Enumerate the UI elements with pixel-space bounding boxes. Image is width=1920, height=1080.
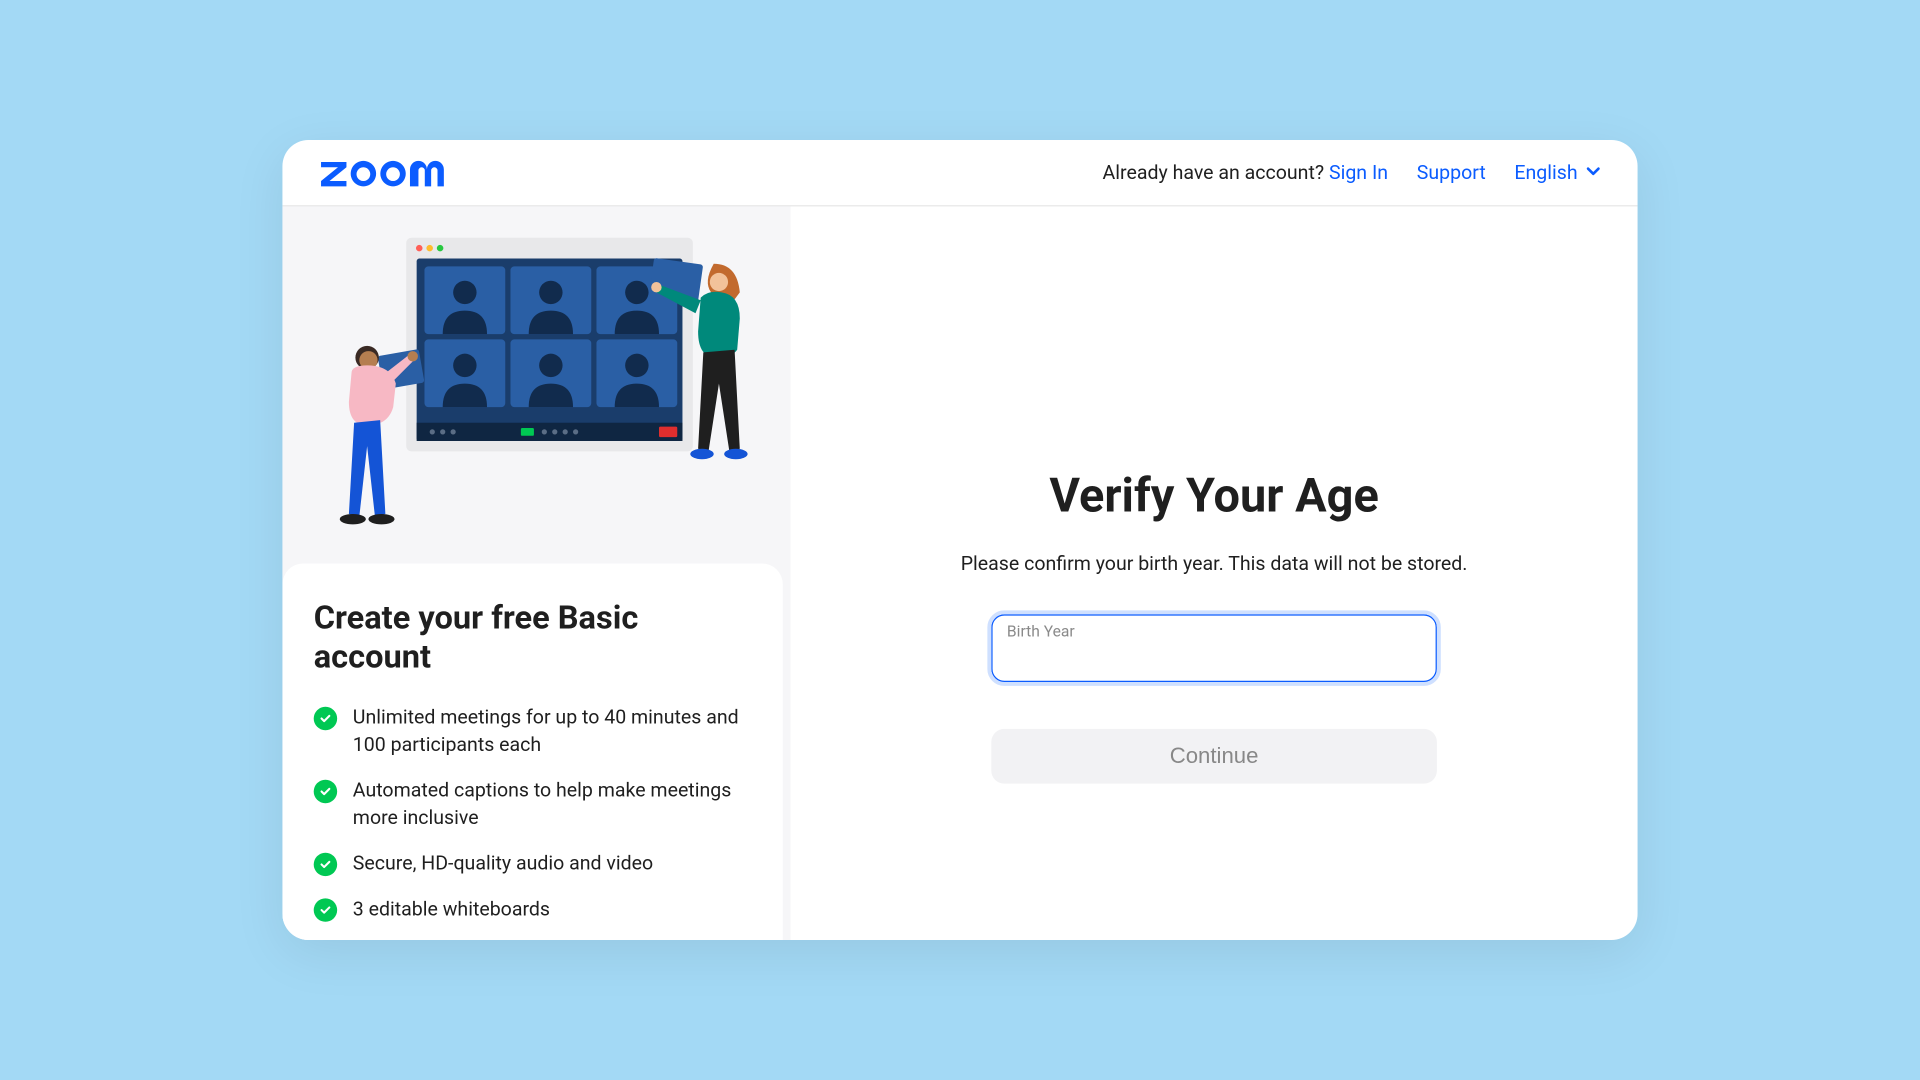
check-icon xyxy=(314,898,337,921)
signin-link[interactable]: Sign In xyxy=(1329,161,1388,184)
already-text: Already have an account? xyxy=(1103,161,1325,184)
continue-button[interactable]: Continue xyxy=(991,728,1437,783)
support-link[interactable]: Support xyxy=(1417,161,1486,184)
language-selector[interactable]: English xyxy=(1514,161,1601,184)
content: Create your free Basic account Unlimited… xyxy=(282,206,1637,940)
check-icon xyxy=(314,707,337,730)
info-title: Create your free Basic account xyxy=(314,600,752,678)
feature-item: Automated captions to help make meetings… xyxy=(314,777,752,832)
header-right: Already have an account? Sign In Support… xyxy=(1103,161,1602,184)
check-icon xyxy=(314,853,337,876)
feature-text: 3 editable whiteboards xyxy=(353,896,550,923)
header: Already have an account? Sign In Support… xyxy=(282,140,1637,206)
chevron-down-icon xyxy=(1585,161,1601,184)
meeting-illustration xyxy=(282,206,790,555)
signup-window: Already have an account? Sign In Support… xyxy=(282,140,1637,940)
verify-title: Verify Your Age xyxy=(1049,468,1378,523)
info-card: Create your free Basic account Unlimited… xyxy=(282,563,782,940)
check-icon xyxy=(314,780,337,803)
feature-item: Secure, HD-quality audio and video xyxy=(314,850,752,877)
verify-subtitle: Please confirm your birth year. This dat… xyxy=(961,551,1468,574)
feature-text: Secure, HD-quality audio and video xyxy=(353,850,653,877)
already-have-account: Already have an account? Sign In xyxy=(1103,161,1389,184)
feature-item: Unlimited meetings for up to 40 minutes … xyxy=(314,704,752,759)
feature-item: 3 editable whiteboards xyxy=(314,896,752,923)
language-label: English xyxy=(1514,161,1577,184)
birth-year-label: Birth Year xyxy=(1007,621,1075,639)
zoom-logo[interactable] xyxy=(319,156,467,190)
feature-text: Unlimited meetings for up to 40 minutes … xyxy=(353,704,752,759)
birth-year-wrapper: Birth Year xyxy=(991,614,1437,682)
right-panel: Verify Your Age Please confirm your birt… xyxy=(791,206,1638,940)
feature-text: Automated captions to help make meetings… xyxy=(353,777,752,832)
feature-list: Unlimited meetings for up to 40 minutes … xyxy=(314,704,752,923)
left-panel: Create your free Basic account Unlimited… xyxy=(282,206,790,940)
